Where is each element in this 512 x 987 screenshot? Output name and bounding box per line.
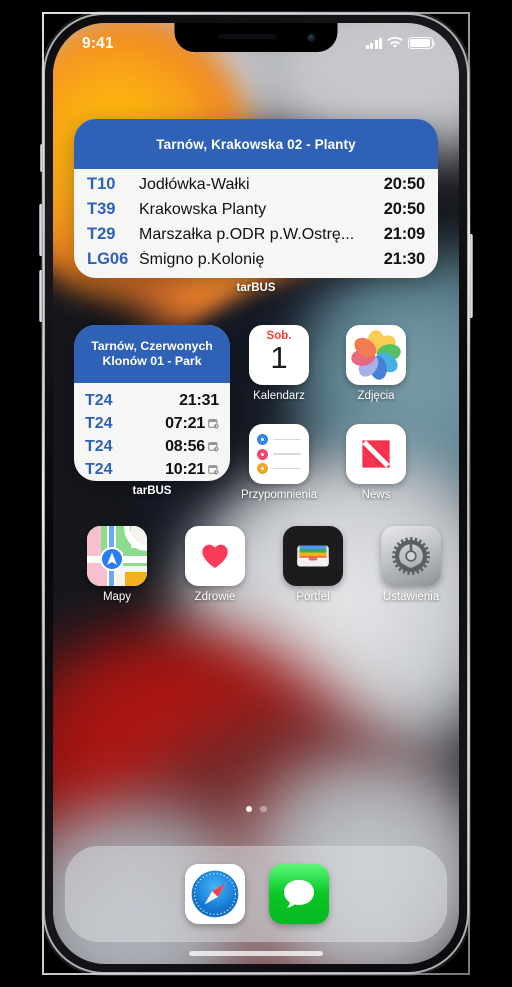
app-icon-przypomnienia[interactable]: Przypomnienia (237, 424, 321, 501)
app-label: Mapy (102, 591, 132, 603)
app-icon-zdrowie[interactable]: Zdrowie (173, 526, 257, 603)
iphone-device-frame: 9:41 Tarnów, Krakowska 02 - Planty T10 J… (39, 12, 473, 975)
photos-icon[interactable] (346, 325, 406, 385)
volume-up-button[interactable] (39, 204, 43, 256)
app-label: News (361, 489, 391, 501)
reminders-icon[interactable] (249, 424, 309, 484)
wallet-icon[interactable] (283, 526, 343, 586)
app-label: Portfel (296, 591, 330, 603)
status-bar: 9:41 (53, 23, 459, 67)
page-indicator[interactable] (53, 805, 459, 812)
dock (65, 846, 447, 942)
app-label: Zdrowie (194, 591, 236, 603)
settings-icon[interactable] (381, 526, 441, 586)
silence-switch[interactable] (39, 144, 43, 172)
app-icon-ustawienia[interactable]: Ustawienia (369, 526, 453, 603)
safari-icon (189, 868, 241, 920)
messages-icon (284, 879, 314, 908)
app-icon-mapy[interactable]: Mapy (75, 526, 159, 603)
cellular-signal-icon (366, 37, 382, 49)
status-bar-indicators (366, 37, 436, 49)
calendar-icon[interactable]: Sob. 1 (249, 325, 309, 385)
page-dot-2[interactable] (260, 805, 267, 812)
app-icon-news[interactable]: News (334, 424, 418, 501)
maps-icon[interactable] (87, 526, 147, 586)
app-label: Zdjęcia (357, 390, 395, 402)
health-icon[interactable] (185, 526, 245, 586)
battery-icon (408, 37, 436, 49)
power-button[interactable] (469, 234, 473, 318)
status-bar-clock: 9:41 (82, 35, 114, 52)
iphone-screen: 9:41 Tarnów, Krakowska 02 - Planty T10 J… (53, 23, 459, 964)
page-dot-1[interactable] (245, 805, 252, 812)
app-icon-portfel[interactable]: Portfel (271, 526, 355, 603)
dock-app-messages[interactable] (269, 864, 329, 924)
dock-app-safari[interactable] (185, 864, 245, 924)
app-label: Kalendarz (253, 390, 305, 402)
news-icon[interactable] (346, 424, 406, 484)
app-icon-zdjecia[interactable]: Zdjęcia (334, 325, 418, 402)
calendar-day-number: 1 (270, 340, 288, 375)
app-label: Ustawienia (382, 591, 440, 603)
home-indicator[interactable] (189, 951, 323, 956)
app-label: Przypomnienia (240, 489, 318, 501)
app-grid: Sob. 1 Kalendarz Zdjęcia Przypomnienia N… (53, 23, 459, 964)
volume-down-button[interactable] (39, 270, 43, 322)
wifi-icon (387, 37, 403, 48)
app-icon-kalendarz[interactable]: Sob. 1 Kalendarz (237, 325, 321, 402)
